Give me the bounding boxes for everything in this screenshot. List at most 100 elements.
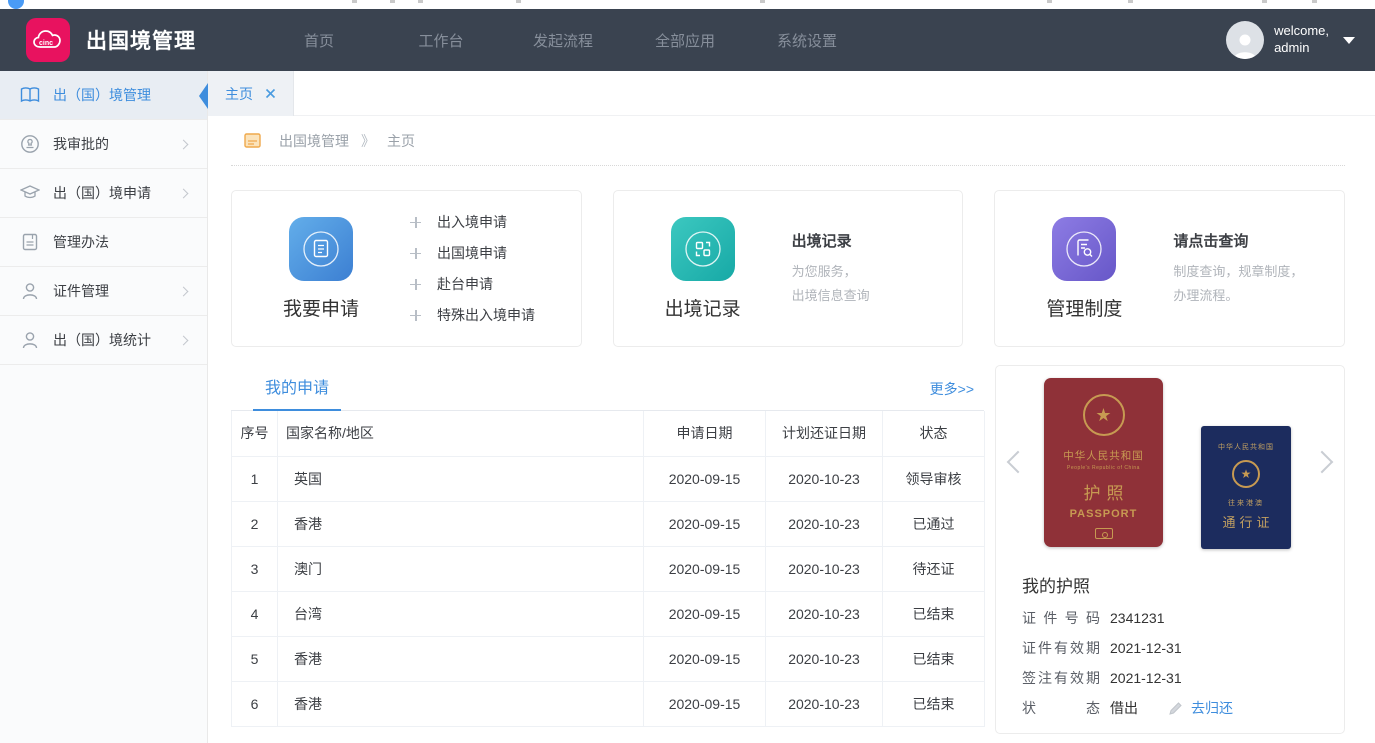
avatar[interactable] [1226, 21, 1265, 59]
col-header-index: 序号 [231, 411, 278, 457]
plus-icon [410, 278, 421, 290]
nav-item-home[interactable]: 首页 [288, 30, 350, 51]
nav-item-system-settings[interactable]: 系统设置 [776, 30, 838, 51]
carousel-prev-icon[interactable] [1006, 450, 1030, 474]
field-label: 证件号码 [1022, 610, 1100, 626]
cell-apply-date: 2020-09-15 [643, 680, 766, 727]
card-exit-records[interactable]: 出境记录 出境记录 为您服务， 出境信息查询 [612, 190, 964, 347]
policy-search-icon[interactable] [1052, 216, 1117, 281]
sidebar: 出（国）境管理 我审批的 出（国）境申请 管理办法 证件管理 出（国）境统计 [0, 71, 208, 743]
table-row[interactable]: 6 香港 2020-09-15 2020-10-23 已结束 [231, 680, 985, 727]
passport-image-red[interactable]: 中华人民共和国 People's Republic of China 护照 PA… [1044, 378, 1163, 547]
my-passport-panel: 中华人民共和国 People's Republic of China 护照 PA… [995, 365, 1345, 734]
permit-country-cn: 中华人民共和国 [1218, 444, 1274, 451]
user-menu[interactable]: welcome, admin [1226, 21, 1355, 59]
table-row[interactable]: 2 香港 2020-09-15 2020-10-23 已通过 [231, 500, 985, 547]
card-apply[interactable]: 我要申请 出入境申请 出国境申请 赴台申请 特殊出入境申请 [231, 190, 582, 347]
bottom-row: 我的申请 更多>> 序号 国家名称/地区 申请日期 计划还证日期 状态 1 英国… [231, 365, 1345, 734]
caret-down-icon[interactable] [1343, 36, 1355, 44]
sidebar-item-exit-entry-management[interactable]: 出（国）境管理 [0, 71, 207, 120]
field-value: 2021-12-31 [1110, 640, 1182, 656]
applications-tabbar: 我的申请 更多>> [231, 365, 984, 411]
tab-my-applications[interactable]: 我的申请 [253, 363, 342, 411]
edge-mark [760, 0, 765, 3]
nav-item-start-flow[interactable]: 发起流程 [532, 30, 594, 51]
apply-doc-icon[interactable] [289, 216, 353, 281]
cell-country: 香港 [277, 500, 644, 547]
person-icon [1234, 34, 1257, 59]
main-area: 主页 出国境管理 》 主页 我要申请 出入境申请 出国境申请 赴台申请 特殊出入… [208, 71, 1375, 743]
field-value: 2021-12-31 [1110, 670, 1182, 686]
nav-item-all-apps[interactable]: 全部应用 [654, 30, 716, 51]
sidebar-collapse-icon[interactable] [199, 83, 208, 109]
card-policy[interactable]: 管理制度 请点击查询 制度查询，规章制度， 办理流程。 [994, 190, 1346, 347]
cell-apply-date: 2020-09-15 [643, 545, 766, 592]
cell-country: 香港 [277, 680, 644, 727]
sidebar-item-credential-management[interactable]: 证件管理 [0, 267, 207, 316]
card-apply-title: 我要申请 [282, 298, 359, 320]
edge-mark [418, 0, 423, 3]
return-action[interactable]: 去归还 [1168, 698, 1233, 718]
tab-home[interactable]: 主页 [208, 71, 294, 116]
cell-status: 已结束 [882, 680, 985, 727]
more-link[interactable]: 更多>> [930, 379, 974, 399]
link-abroad-application[interactable]: 出国境申请 [410, 243, 535, 263]
link-taiwan-application[interactable]: 赴台申请 [410, 274, 535, 294]
page-title: 出国境管理 [86, 30, 196, 53]
table-row[interactable]: 5 香港 2020-09-15 2020-10-23 已结束 [231, 635, 985, 682]
sidebar-item-exit-statistics[interactable]: 出（国）境统计 [0, 316, 207, 365]
cell-index: 3 [231, 545, 278, 592]
records-desc-line: 为您服务， [791, 263, 857, 279]
permit-title: 通行证 [1222, 515, 1274, 530]
policy-desc-line: 办理流程。 [1173, 287, 1239, 303]
sidebar-item-management-measures[interactable]: 管理办法 [0, 218, 207, 267]
cell-return-date: 2020-10-23 [765, 590, 883, 637]
breadcrumb-root[interactable]: 出国境管理 [279, 131, 349, 151]
welcome-line2: admin [1274, 40, 1310, 55]
carousel-next-icon[interactable] [1310, 450, 1334, 474]
plus-icon [410, 309, 421, 321]
plus-icon [410, 216, 421, 228]
cell-apply-date: 2020-09-15 [643, 635, 766, 682]
edge-mark [352, 0, 357, 3]
cell-status: 待还证 [882, 545, 985, 592]
svg-text:cinc: cinc [39, 40, 53, 47]
table-row[interactable]: 3 澳门 2020-09-15 2020-10-23 待还证 [231, 545, 985, 592]
nav-item-workbench[interactable]: 工作台 [410, 30, 472, 51]
tab-bar: 主页 [208, 71, 1375, 116]
document-icon [20, 232, 40, 252]
col-header-status: 状态 [882, 411, 985, 457]
records-desc: 出境记录 为您服务， 出境信息查询 [792, 230, 870, 308]
national-emblem-icon [1232, 460, 1260, 488]
welcome-line1: welcome, [1274, 23, 1329, 39]
chevron-right-icon [178, 188, 189, 198]
graduation-cap-icon [20, 183, 40, 203]
cell-index: 2 [231, 500, 278, 547]
return-link[interactable]: 去归还 [1191, 698, 1233, 718]
edge-mark [1262, 0, 1267, 3]
table-row[interactable]: 1 英国 2020-09-15 2020-10-23 领导审核 [231, 455, 985, 502]
cell-apply-date: 2020-09-15 [643, 455, 766, 502]
exit-record-icon[interactable] [670, 216, 735, 281]
edge-mark [390, 0, 395, 3]
passport-title-cn: 护照 [1083, 484, 1130, 503]
close-icon[interactable] [265, 88, 276, 99]
field-visa-validity: 签注有效期 2021-12-31 [1022, 669, 1344, 687]
table-row[interactable]: 4 台湾 2020-09-15 2020-10-23 已结束 [231, 590, 985, 637]
cell-status: 已结束 [882, 635, 985, 682]
national-emblem-icon [1082, 394, 1125, 436]
cell-return-date: 2020-10-23 [765, 455, 883, 502]
link-entry-exit-application[interactable]: 出入境申请 [410, 212, 535, 232]
chevron-right-icon [178, 286, 189, 296]
link-label: 赴台申请 [437, 276, 493, 292]
sidebar-item-my-approvals[interactable]: 我审批的 [0, 120, 207, 169]
plus-icon [410, 247, 421, 259]
breadcrumb-current: 主页 [387, 132, 415, 149]
app-logo[interactable]: cinc [26, 18, 70, 62]
policy-desc-line: 制度查询，规章制度， [1173, 263, 1304, 279]
permit-image-blue[interactable]: 中华人民共和国 往来港澳 通行证 [1201, 426, 1291, 549]
records-desc-line: 出境信息查询 [791, 287, 870, 303]
link-special-application[interactable]: 特殊出入境申请 [410, 305, 535, 325]
sidebar-item-exit-application[interactable]: 出（国）境申请 [0, 169, 207, 218]
card-apply-left: 我要申请 [232, 216, 410, 321]
